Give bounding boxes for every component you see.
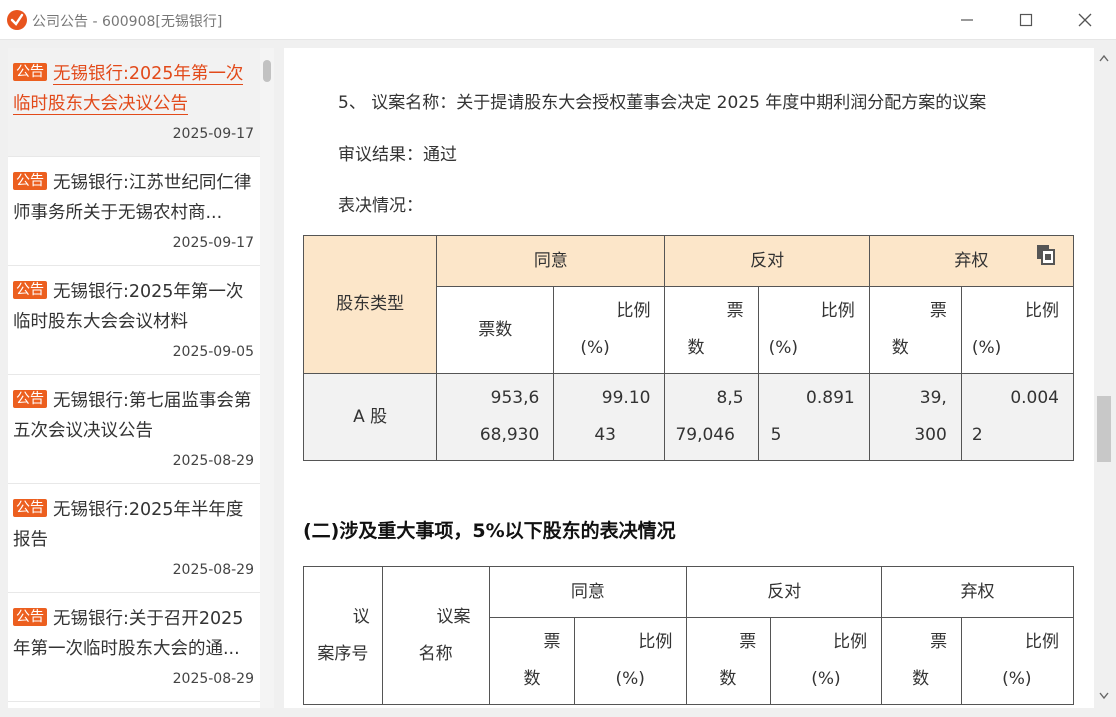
copy-icon[interactable]: [1036, 244, 1056, 270]
ratio-header: 比例 (%): [961, 617, 1074, 705]
announcement-tag: 公告: [13, 499, 47, 517]
announcement-title[interactable]: 公告 无锡银行:2025年半年度报告: [13, 495, 253, 557]
votes-header: 票数: [436, 286, 555, 374]
abstain-header: 弃权: [881, 566, 1074, 618]
announcement-tag: 公告: [13, 172, 47, 190]
vote-table-minority: 议案序号 议案 名称 同意 反对 弃权 票数 比例 (%) 票数 比例 (%) 票数 …: [303, 566, 1074, 705]
shareholder-type-header: 股东类型: [302, 235, 438, 374]
announcement-title[interactable]: 公告 无锡银行:关于召开2025年第一次临时股东大会的通...: [13, 604, 253, 666]
ratio-header: 比例 (%): [574, 617, 688, 705]
announcement-list[interactable]: 公告 无锡银行:2025年第一次临时股东大会决议公告 2025-09-17 公告无…: [8, 48, 274, 708]
window-title: 公司公告 - 600908[无锡银行]: [32, 14, 223, 30]
minimize-button[interactable]: [944, 0, 990, 40]
announcement-date: 2025-08-29: [172, 562, 254, 578]
announcement-title[interactable]: 公告 无锡银行:2025年第一次临时股东大会决议公告: [13, 59, 253, 121]
announcement-date: 2025-09-17: [172, 235, 254, 251]
announcement-tag: 公告: [13, 608, 47, 626]
agree-header: 同意: [436, 235, 666, 287]
announcement-title[interactable]: 公告 无锡银行:江苏世纪同仁律师事务所关于无锡农村商...: [13, 168, 253, 230]
announcement-tag: 公告: [13, 390, 47, 408]
agree-ratio-cell: 99.10 43: [553, 373, 666, 461]
announcement-title[interactable]: 公告 无锡银行:2025年第一次临时股东大会会议材料: [13, 277, 253, 339]
scroll-up-icon[interactable]: [1099, 54, 1109, 62]
title-bar: 公司公告 - 600908[无锡银行]: [0, 0, 1116, 40]
vote-table: 股东类型 同意 反对 弃权 票数 比例 (%) 票数 比例 (%) 票数 比例 (%)…: [302, 235, 1075, 461]
app-logo-icon: [7, 10, 27, 30]
announcement-tag: 公告: [13, 63, 47, 81]
announcement-date: 2025-08-29: [172, 671, 254, 687]
votes-header: 票数: [881, 617, 963, 705]
announcement-content: 5、 议案名称：关于提请股东大会授权董事会决定 2025 年度中期利润分配方案的…: [284, 48, 1094, 708]
votes-header: 票数: [488, 617, 576, 705]
table-row: A 股 953,6 68,930 99.10 43 8,5 79,046 0.891 5…: [302, 373, 1075, 461]
votes-header: 票数: [686, 617, 772, 705]
seq-header: 议案序号: [303, 566, 383, 705]
result-line: 审议结果：通过: [338, 145, 457, 165]
minimize-icon: [961, 19, 973, 21]
vote-line: 表决情况：: [338, 196, 423, 216]
oppose-header: 反对: [686, 566, 883, 618]
content-scroll-thumb[interactable]: [1097, 396, 1111, 462]
maximize-icon: [1019, 13, 1033, 27]
section-title: (二)涉及重大事项，5%以下股东的表决情况: [303, 520, 676, 542]
announcement-item[interactable]: 公告 无锡银行:江苏世纪同仁律师事务所关于无锡农村商... 2025-09-17: [8, 157, 260, 266]
scroll-down-icon[interactable]: [1099, 692, 1109, 700]
sidebar-scrollbar[interactable]: [260, 48, 274, 708]
ratio-header: 比例 (%): [770, 617, 883, 705]
announcement-item[interactable]: 公告 无锡银行:2025年第一次临时股东大会决议公告 2025-09-17: [8, 48, 260, 157]
agree-votes-cell: 953,6 68,930: [436, 373, 555, 461]
close-icon: [1078, 13, 1092, 27]
shareholder-type-cell: A 股: [302, 373, 438, 461]
votes-header: 票数: [868, 286, 962, 374]
ratio-header: 比例 (%): [757, 286, 870, 374]
oppose-votes-cell: 8,5 79,046: [664, 373, 759, 461]
ratio-header: 比例 (%): [553, 286, 666, 374]
proposal-name-header: 议案 名称: [381, 566, 490, 705]
oppose-header: 反对: [664, 235, 870, 287]
announcement-date: 2025-08-29: [172, 453, 254, 469]
announcement-item[interactable]: 公告 无锡银行:2025年第一次临时股东大会会议材料 2025-09-05: [8, 266, 260, 375]
agree-header: 同意: [488, 566, 688, 618]
abstain-votes-cell: 39, 300: [868, 373, 962, 461]
ratio-header: 比例 (%): [960, 286, 1075, 374]
announcement-item[interactable]: 公告 无锡银行:关于召开2025年第一次临时股东大会的通... 2025-08-2…: [8, 593, 260, 702]
votes-header: 票数: [664, 286, 759, 374]
announcement-date: 2025-09-05: [172, 344, 254, 360]
abstain-ratio-cell: 0.004 2: [960, 373, 1075, 461]
announcement-item[interactable]: 公告 无锡银行:第七届监事会第五次会议决议公告 2025-08-29: [8, 375, 260, 484]
announcement-tag: 公告: [13, 281, 47, 299]
proposal-line: 5、 议案名称：关于提请股东大会授权董事会决定 2025 年度中期利润分配方案的…: [338, 93, 987, 113]
close-button[interactable]: [1062, 0, 1108, 40]
oppose-ratio-cell: 0.891 5: [757, 373, 870, 461]
sidebar-scroll-thumb[interactable]: [263, 60, 271, 82]
announcement-item[interactable]: 公告 无锡银行:2025年半年度报告 2025-08-29: [8, 484, 260, 593]
maximize-button[interactable]: [1003, 0, 1049, 40]
announcement-date: 2025-09-17: [172, 126, 254, 142]
announcement-title[interactable]: 公告 无锡银行:第七届监事会第五次会议决议公告: [13, 386, 253, 448]
content-scrollbar[interactable]: [1094, 48, 1114, 708]
